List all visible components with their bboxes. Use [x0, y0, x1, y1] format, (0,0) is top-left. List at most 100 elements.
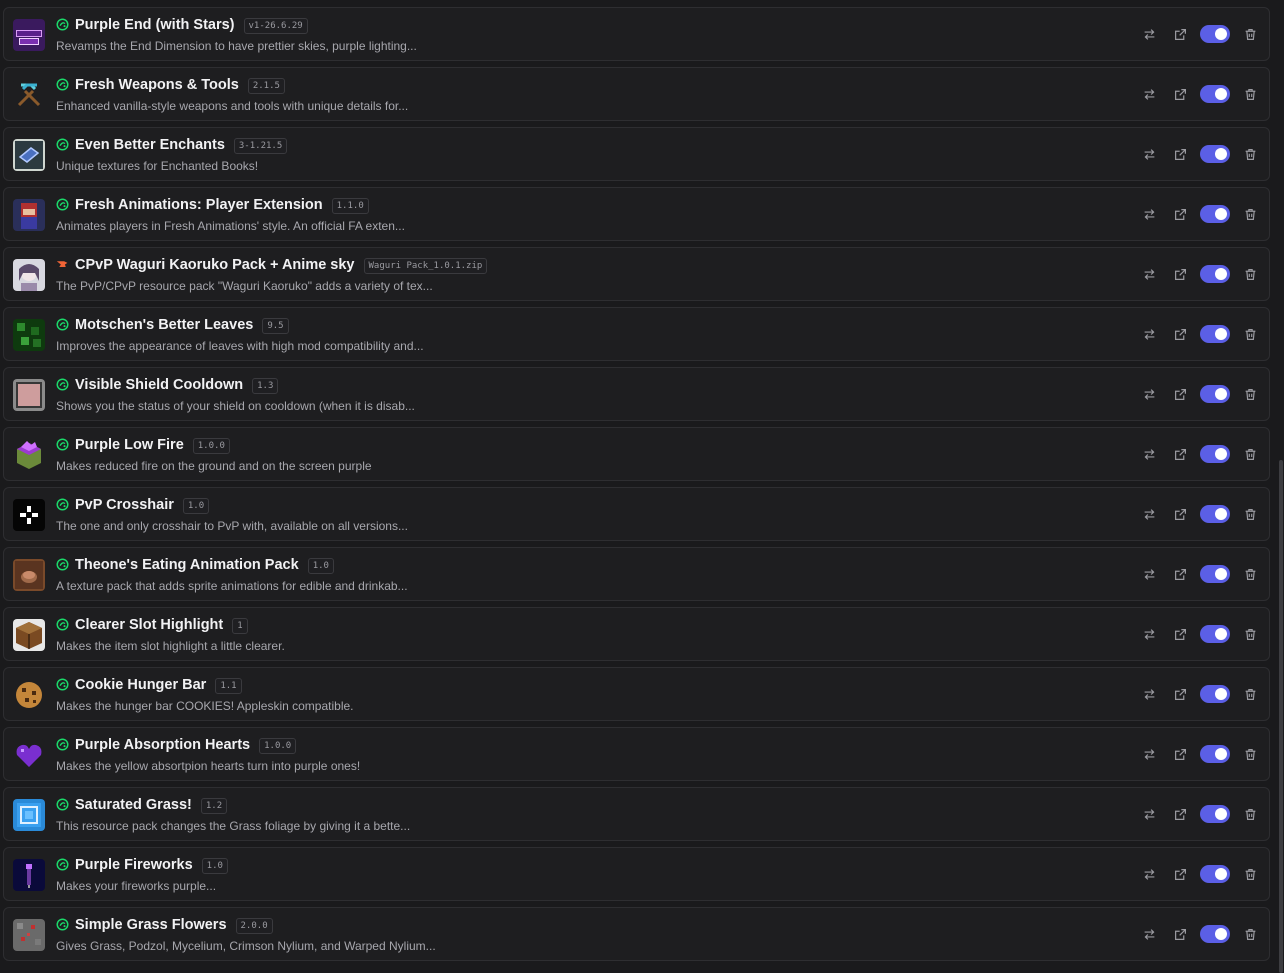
- resource-pack-row[interactable]: Motschen's Better Leaves 9.5 Improves the …: [3, 307, 1270, 361]
- pack-icon: [13, 379, 45, 411]
- enable-toggle[interactable]: [1200, 505, 1230, 523]
- toggle-knob: [1215, 328, 1227, 340]
- resource-pack-row[interactable]: Purple Fireworks 1.0 Makes your fireworks …: [3, 847, 1270, 901]
- resource-pack-row[interactable]: CPvP Waguri Kaoruko Pack + Anime sky Wagu…: [3, 247, 1270, 301]
- resource-pack-row[interactable]: Fresh Weapons & Tools 2.1.5 Enhanced vanil…: [3, 67, 1270, 121]
- open-external-button[interactable]: [1172, 386, 1188, 402]
- scrollbar[interactable]: [1278, 0, 1284, 973]
- resource-pack-row[interactable]: Fresh Animations: Player Extension 1.1.0 A…: [3, 187, 1270, 241]
- resource-pack-row[interactable]: Purple Absorption Hearts 1.0.0 Makes the y…: [3, 727, 1270, 781]
- open-external-button[interactable]: [1172, 266, 1188, 282]
- delete-button[interactable]: [1242, 746, 1258, 762]
- delete-button[interactable]: [1242, 926, 1258, 942]
- cookie-icon: [13, 679, 45, 711]
- delete-button[interactable]: [1242, 446, 1258, 462]
- delete-button[interactable]: [1242, 506, 1258, 522]
- version-badge: 1.1.0: [331, 197, 369, 214]
- delete-button[interactable]: [1242, 626, 1258, 642]
- enable-toggle[interactable]: [1200, 145, 1230, 163]
- swap-version-button[interactable]: [1141, 26, 1157, 42]
- open-external-button[interactable]: [1172, 866, 1188, 882]
- swap-version-button[interactable]: [1141, 806, 1157, 822]
- resource-pack-row[interactable]: PvP Crosshair 1.0 The one and only crossha…: [3, 487, 1270, 541]
- player-head-icon: [13, 199, 45, 231]
- enable-toggle[interactable]: [1200, 25, 1230, 43]
- open-external-button[interactable]: [1172, 566, 1188, 582]
- swap-version-button[interactable]: [1141, 146, 1157, 162]
- open-external-button[interactable]: [1172, 206, 1188, 222]
- delete-button[interactable]: [1242, 326, 1258, 342]
- open-external-button[interactable]: [1172, 326, 1188, 342]
- enable-toggle[interactable]: [1200, 445, 1230, 463]
- external-link-icon: [1174, 448, 1187, 461]
- open-external-button[interactable]: [1172, 506, 1188, 522]
- resource-pack-row[interactable]: Purple Low Fire 1.0.0 Makes reduced fire o…: [3, 427, 1270, 481]
- swap-version-button[interactable]: [1141, 566, 1157, 582]
- open-external-button[interactable]: [1172, 806, 1188, 822]
- delete-button[interactable]: [1242, 686, 1258, 702]
- trash-icon: [1244, 628, 1257, 641]
- enable-toggle[interactable]: [1200, 685, 1230, 703]
- pack-description: The one and only crosshair to PvP with, …: [56, 519, 408, 533]
- open-external-button[interactable]: [1172, 86, 1188, 102]
- resource-pack-row[interactable]: Purple End (with Stars) v1-26.6.29 Revamps…: [3, 7, 1270, 61]
- delete-button[interactable]: [1242, 266, 1258, 282]
- swap-version-button[interactable]: [1141, 266, 1157, 282]
- delete-button[interactable]: [1242, 146, 1258, 162]
- toggle-knob: [1215, 268, 1227, 280]
- enable-toggle[interactable]: [1200, 265, 1230, 283]
- delete-button[interactable]: [1242, 26, 1258, 42]
- swap-version-button[interactable]: [1141, 746, 1157, 762]
- pack-title: Saturated Grass!: [75, 797, 192, 813]
- swap-version-button[interactable]: [1141, 326, 1157, 342]
- open-external-button[interactable]: [1172, 26, 1188, 42]
- open-external-button[interactable]: [1172, 446, 1188, 462]
- resource-pack-row[interactable]: Clearer Slot Highlight 1 Makes the item sl…: [3, 607, 1270, 661]
- toggle-knob: [1215, 208, 1227, 220]
- enable-toggle[interactable]: [1200, 205, 1230, 223]
- trash-icon: [1244, 88, 1257, 101]
- enable-toggle[interactable]: [1200, 85, 1230, 103]
- pack-description: This resource pack changes the Grass fol…: [56, 819, 411, 833]
- swap-version-button[interactable]: [1141, 506, 1157, 522]
- toggle-knob: [1215, 688, 1227, 700]
- open-external-button[interactable]: [1172, 746, 1188, 762]
- enable-toggle[interactable]: [1200, 385, 1230, 403]
- swap-version-button[interactable]: [1141, 866, 1157, 882]
- resource-pack-row[interactable]: Even Better Enchants 3-1.21.5 Unique textu…: [3, 127, 1270, 181]
- swap-version-button[interactable]: [1141, 626, 1157, 642]
- resource-pack-row[interactable]: Theone's Eating Animation Pack 1.0 A textu…: [3, 547, 1270, 601]
- delete-button[interactable]: [1242, 566, 1258, 582]
- enable-toggle[interactable]: [1200, 805, 1230, 823]
- scrollbar-thumb[interactable]: [1279, 460, 1283, 973]
- pack-icon: [13, 919, 45, 951]
- resource-pack-row[interactable]: Cookie Hunger Bar 1.1 Makes the hunger bar…: [3, 667, 1270, 721]
- open-external-button[interactable]: [1172, 686, 1188, 702]
- swap-version-button[interactable]: [1141, 206, 1157, 222]
- modrinth-icon: [56, 18, 69, 31]
- resource-pack-row[interactable]: Visible Shield Cooldown 1.3 Shows you the …: [3, 367, 1270, 421]
- enable-toggle[interactable]: [1200, 565, 1230, 583]
- swap-version-button[interactable]: [1141, 386, 1157, 402]
- swap-version-button[interactable]: [1141, 86, 1157, 102]
- resource-pack-row[interactable]: Simple Grass Flowers 2.0.0 Gives Grass, Po…: [3, 907, 1270, 961]
- enchanted-book-icon: [13, 139, 45, 171]
- delete-button[interactable]: [1242, 806, 1258, 822]
- pack-title: Cookie Hunger Bar: [75, 677, 207, 693]
- swap-version-button[interactable]: [1141, 686, 1157, 702]
- delete-button[interactable]: [1242, 386, 1258, 402]
- open-external-button[interactable]: [1172, 146, 1188, 162]
- open-external-button[interactable]: [1172, 626, 1188, 642]
- enable-toggle[interactable]: [1200, 925, 1230, 943]
- enable-toggle[interactable]: [1200, 865, 1230, 883]
- resource-pack-row[interactable]: Saturated Grass! 1.2 This resource pack ch…: [3, 787, 1270, 841]
- delete-button[interactable]: [1242, 206, 1258, 222]
- delete-button[interactable]: [1242, 86, 1258, 102]
- enable-toggle[interactable]: [1200, 325, 1230, 343]
- enable-toggle[interactable]: [1200, 745, 1230, 763]
- swap-version-button[interactable]: [1141, 446, 1157, 462]
- swap-version-button[interactable]: [1141, 926, 1157, 942]
- open-external-button[interactable]: [1172, 926, 1188, 942]
- enable-toggle[interactable]: [1200, 625, 1230, 643]
- delete-button[interactable]: [1242, 866, 1258, 882]
